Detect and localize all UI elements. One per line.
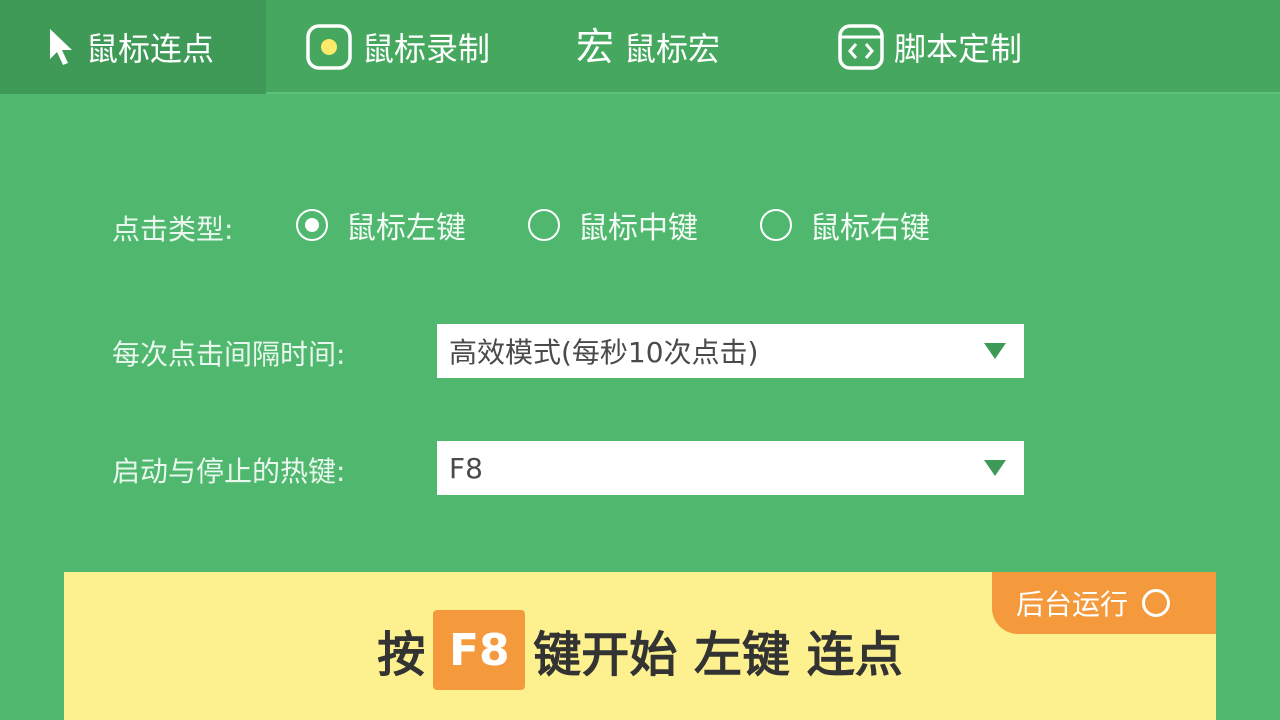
banner-suffix: 键开始 左键 连点: [533, 627, 903, 683]
toggle-circle-icon: [1142, 589, 1171, 617]
start-banner: 按 F8 键开始 左键 连点 后台运行: [64, 572, 1216, 720]
tab-mouse-macro[interactable]: 宏 鼠标宏: [516, 0, 806, 94]
background-run-toggle[interactable]: 后台运行: [992, 572, 1216, 634]
tab-mouse-record[interactable]: 鼠标录制: [266, 0, 516, 94]
tab-bar: 鼠标连点 鼠标录制 宏 鼠标宏 脚本定制: [0, 0, 1280, 94]
radio-left-button[interactable]: 鼠标左键: [296, 203, 466, 247]
background-run-label: 后台运行: [1016, 588, 1129, 621]
code-script-icon: [838, 24, 884, 70]
hotkey-label: 启动与停止的热键:: [112, 455, 346, 488]
radio-middle-button[interactable]: 鼠标中键: [528, 203, 698, 247]
radio-label: 鼠标中键: [578, 211, 698, 246]
radio-right-button[interactable]: 鼠标右键: [760, 203, 930, 247]
tab-label: 鼠标宏: [624, 30, 721, 68]
interval-label: 每次点击间隔时间:: [112, 338, 346, 371]
dropdown-arrow-icon: [984, 343, 1006, 359]
dropdown-arrow-icon: [984, 460, 1006, 476]
banner-prefix: 按: [377, 627, 426, 683]
radio-label: 鼠标右键: [810, 211, 930, 246]
interval-value: 高效模式(每秒10次点击): [449, 336, 759, 369]
hotkey-value: F8: [449, 451, 483, 485]
click-type-radio-group: 鼠标左键 鼠标中键 鼠标右键: [296, 203, 992, 247]
tab-script-custom[interactable]: 脚本定制: [806, 0, 1086, 94]
cursor-icon: [48, 27, 76, 67]
radio-label: 鼠标左键: [346, 211, 466, 246]
click-type-label: 点击类型:: [112, 213, 234, 246]
tab-mouse-autoclick[interactable]: 鼠标连点: [0, 0, 266, 94]
radio-unchecked-icon: [760, 209, 792, 241]
interval-select[interactable]: 高效模式(每秒10次点击): [437, 324, 1024, 378]
tab-label: 鼠标连点: [86, 30, 215, 68]
tab-label: 鼠标录制: [362, 30, 491, 68]
hotkey-badge: F8: [433, 610, 526, 690]
record-icon: [306, 24, 352, 70]
macro-icon: 宏: [576, 25, 615, 69]
tab-label: 脚本定制: [894, 30, 1023, 68]
radio-checked-icon: [296, 209, 328, 241]
radio-unchecked-icon: [528, 209, 560, 241]
hotkey-select[interactable]: F8: [437, 441, 1024, 495]
